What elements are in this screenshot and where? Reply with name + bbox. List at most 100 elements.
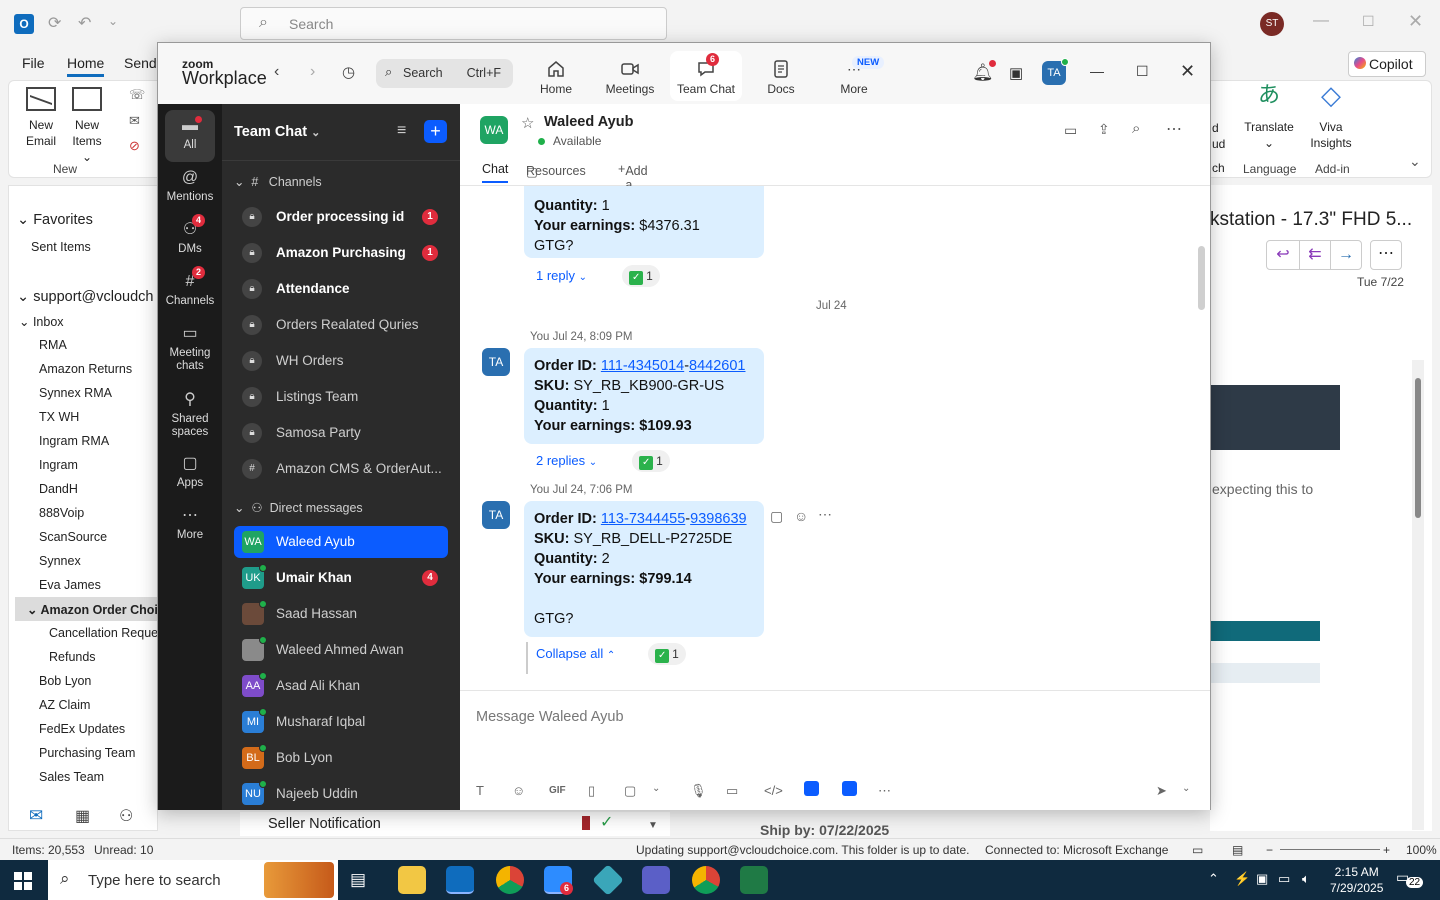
video-message-icon[interactable]: ▭ xyxy=(726,783,738,799)
tray-zoom-icon[interactable]: ▣ xyxy=(1256,871,1268,887)
mail-nav-icon[interactable]: ✉ xyxy=(29,806,43,826)
folder-amazon-order-choice[interactable]: ⌄ Amazon Order Choice xyxy=(15,597,159,621)
zoom-slider[interactable] xyxy=(1280,849,1380,850)
new-email-button[interactable]: New Email xyxy=(23,82,59,149)
filter-icon[interactable]: ≡ xyxy=(397,122,406,140)
reply-in-thread-icon[interactable]: ▢ xyxy=(770,508,783,525)
outlook-minimize-icon[interactable]: — xyxy=(1313,12,1329,30)
folder-inbox[interactable]: ⌄ Inbox xyxy=(19,314,64,329)
collapse-all-link[interactable]: Collapse all ⌃ xyxy=(536,646,615,661)
profile-avatar[interactable]: TA xyxy=(1042,58,1069,85)
reading-scrollbar[interactable] xyxy=(1412,360,1424,830)
rail-mentions[interactable]: @ Mentions xyxy=(158,168,222,204)
order-link[interactable]: 8442601 xyxy=(689,358,745,374)
folder-item[interactable]: AZ Claim xyxy=(39,698,90,712)
rail-meeting-chats[interactable]: ▭ Meeting chats xyxy=(158,324,222,373)
outlook-taskbar-icon[interactable] xyxy=(446,866,474,894)
zoom-taskbar-icon[interactable]: 6 xyxy=(544,866,574,895)
folder-item[interactable]: DandH xyxy=(39,482,78,496)
dm-item[interactable]: Waleed Ahmed Awan xyxy=(234,634,448,666)
chevron-down-icon[interactable]: ⌄ xyxy=(652,783,660,794)
channel-item[interactable]: 🔒︎ WH Orders xyxy=(234,345,448,377)
reaction-pill[interactable]: ✓ 1 xyxy=(648,643,686,665)
check-icon[interactable]: ✓ xyxy=(600,812,613,832)
folder-item[interactable]: Bob Lyon xyxy=(39,674,91,688)
flag-icon[interactable] xyxy=(582,816,590,830)
zoom-maximize-icon[interactable]: ☐ xyxy=(1136,63,1149,80)
rail-all[interactable]: ▬ All xyxy=(158,110,222,162)
video-call-icon[interactable]: ▭ xyxy=(1064,122,1077,139)
send-options-icon[interactable]: ⌄ xyxy=(1182,783,1190,794)
chat-scrollbar[interactable] xyxy=(1198,246,1205,310)
folder-item[interactable]: RMA xyxy=(39,338,67,352)
scroll-down-icon[interactable]: ▼ xyxy=(648,820,658,831)
people-nav-icon[interactable]: ⚇ xyxy=(119,806,133,826)
app-icon-1[interactable] xyxy=(804,781,819,796)
rail-dms[interactable]: ⚇ 4 DMs xyxy=(158,214,222,256)
ribbon-small-icon-3[interactable]: ⊘ xyxy=(129,138,140,154)
calendar-nav-icon[interactable]: ▦ xyxy=(75,806,90,826)
tab-team-chat[interactable]: 6 Team Chat xyxy=(670,51,742,101)
tab-meetings[interactable]: Meetings xyxy=(594,51,666,101)
more-options-icon[interactable]: ⋯ xyxy=(1166,119,1182,139)
undo-icon[interactable]: ↶ xyxy=(78,13,91,33)
sender-avatar[interactable]: TA xyxy=(482,501,510,529)
zoom-minimize-icon[interactable]: — xyxy=(1090,63,1104,79)
notification-bell-icon[interactable]: 🔔︎ xyxy=(972,60,996,83)
folder-item[interactable]: Synnex RMA xyxy=(39,386,112,400)
message-composer[interactable]: Message Waleed Ayub T ☺ GIF ▯ ▢ ⌄ 🎙︎ ▭ <… xyxy=(460,690,1210,810)
folder-item[interactable]: Purchasing Team xyxy=(39,746,135,760)
copilot-button[interactable]: Copilot xyxy=(1348,51,1426,77)
compose-input[interactable]: Message Waleed Ayub xyxy=(476,709,624,725)
folder-item[interactable]: Refunds xyxy=(49,650,96,664)
order-link[interactable]: 113-7344455 xyxy=(601,511,685,527)
zoom-out-icon[interactable]: − xyxy=(1266,843,1273,857)
channels-section-header[interactable]: ⌄ # Channels xyxy=(234,174,322,189)
channel-item[interactable]: 🔒︎ Samosa Party xyxy=(234,417,448,449)
more-options-icon[interactable]: ⋯ xyxy=(878,783,891,799)
code-icon[interactable]: </> xyxy=(764,783,783,798)
tray-chevron-icon[interactable]: ⌃ xyxy=(1208,871,1219,887)
search-icon[interactable]: ⌕ xyxy=(1132,120,1140,137)
reaction-pill[interactable]: ✓ 1 xyxy=(632,450,670,472)
channel-item[interactable]: # Amazon CMS & OrderAut... xyxy=(234,453,448,485)
folder-item[interactable]: TX WH xyxy=(39,410,79,424)
scroll-thumb[interactable] xyxy=(1415,378,1421,518)
message-bubble[interactable]: Order ID: 111-4345014-8442601 SKU: SY_RB… xyxy=(524,348,764,444)
folder-item[interactable]: Ingram xyxy=(39,458,78,472)
new-chat-button[interactable]: + xyxy=(424,120,447,143)
zoom-close-icon[interactable]: ✕ xyxy=(1180,61,1195,82)
task-view-icon[interactable]: ▤ xyxy=(350,870,366,890)
channel-item[interactable]: 🔒︎ Attendance xyxy=(234,273,448,305)
order-link[interactable]: 9398639 xyxy=(690,511,746,527)
ribbon-collapse-icon[interactable]: ⌄ xyxy=(1409,153,1421,170)
favorites-header[interactable]: ⌄ Favorites xyxy=(17,212,93,228)
gif-button[interactable]: GIF xyxy=(549,785,566,796)
dm-item-waleed-ayub[interactable]: WA Waleed Ayub xyxy=(234,526,448,558)
dm-section-header[interactable]: ⌄ ⚇ Direct messages xyxy=(234,500,363,515)
outlook-maximize-icon[interactable]: ☐ xyxy=(1362,13,1375,30)
notification-center-icon[interactable]: ▭ 22 xyxy=(1396,869,1424,888)
file-explorer-icon[interactable] xyxy=(398,866,426,894)
sender-avatar[interactable]: TA xyxy=(482,348,510,376)
order-link[interactable]: 111-4345014 xyxy=(601,358,684,374)
share-screen-icon[interactable]: ⇪ xyxy=(1098,121,1110,138)
message-bubble[interactable]: Quantity: 1 Your earnings: $4376.31 GTG? xyxy=(524,186,764,258)
translate-button[interactable]: あ Translate ⌄ xyxy=(1241,84,1297,151)
folder-item[interactable]: Ingram RMA xyxy=(39,434,109,448)
ribbon-small-icon-1[interactable]: ☏ xyxy=(129,87,145,103)
tab-more[interactable]: ⋯ NEW More xyxy=(818,51,890,101)
folder-sent-items[interactable]: Sent Items xyxy=(31,240,91,254)
ribbon-small-icon-2[interactable]: ✉ xyxy=(129,113,140,129)
dm-item[interactable]: MI Musharaf Iqbal xyxy=(234,706,448,738)
contact-name[interactable]: Waleed Ayub xyxy=(544,114,633,130)
viva-insights-button[interactable]: ◇ Viva Insights xyxy=(1305,82,1357,151)
clock[interactable]: 2:15 AM 7/29/2025 xyxy=(1330,864,1383,896)
account-header[interactable]: ⌄ support@vcloudch xyxy=(17,289,154,305)
folder-item[interactable]: ScanSource xyxy=(39,530,107,544)
contact-avatar[interactable]: WA xyxy=(480,116,508,144)
network-icon[interactable]: ▭ xyxy=(1278,871,1290,887)
replies-link[interactable]: 1 reply ⌄ xyxy=(536,268,587,283)
chrome-profile-icon[interactable] xyxy=(692,866,720,894)
excel-icon[interactable] xyxy=(740,866,768,894)
